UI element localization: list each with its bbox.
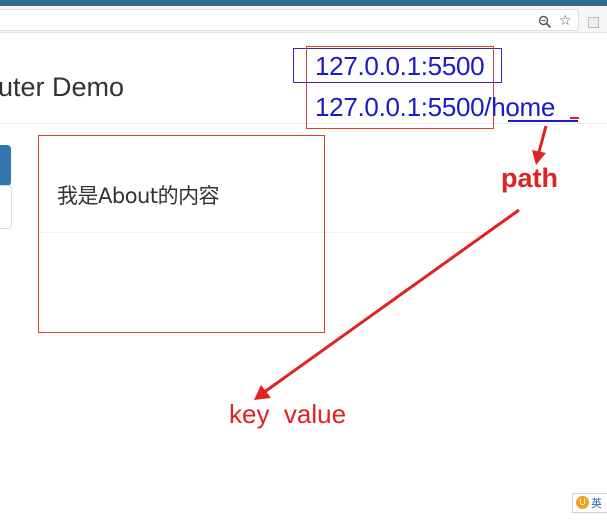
ime-language-label: 英 . xyxy=(591,497,607,510)
key-value-arrow xyxy=(254,208,520,400)
annotation-arrows xyxy=(254,125,548,400)
ime-indicator[interactable]: U 英 . xyxy=(572,493,607,513)
path-arrow xyxy=(532,125,548,165)
key-value-label: key value xyxy=(229,399,347,429)
path-label: path xyxy=(501,163,558,193)
ime-logo-icon: U xyxy=(576,496,589,509)
